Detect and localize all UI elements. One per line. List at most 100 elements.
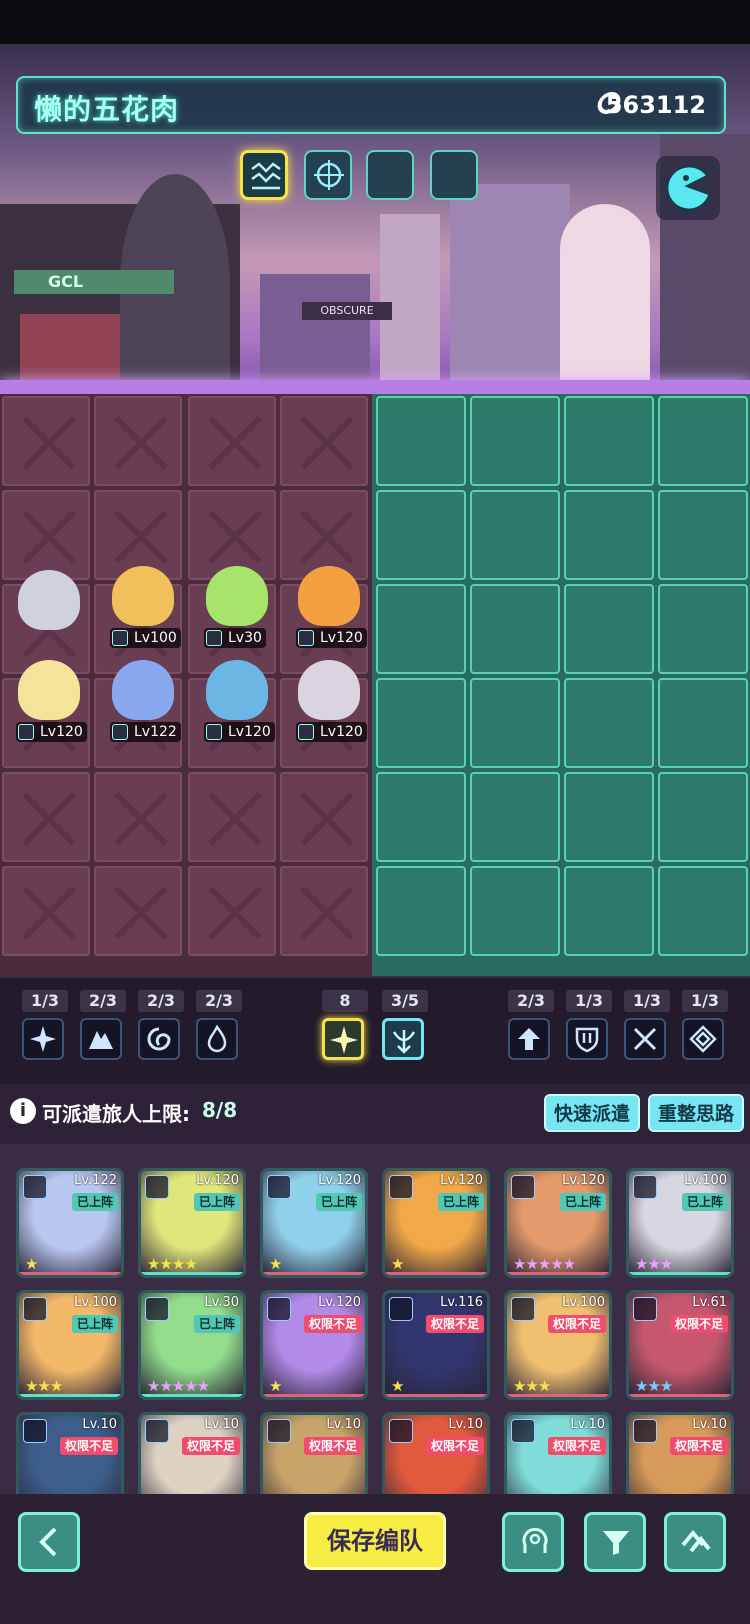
status-badge: 已上阵 <box>71 1315 118 1333</box>
unit-deployed[interactable]: Lv30 <box>192 562 282 652</box>
crosshair-icon <box>314 160 344 190</box>
grid-cell[interactable] <box>188 866 276 956</box>
faction-arrow-up[interactable]: 2/3 <box>508 978 554 1060</box>
pacman-icon <box>665 164 712 212</box>
card-rarity-bar <box>263 1272 365 1275</box>
card-level: Lv.10 <box>692 1417 727 1432</box>
unit-ghost[interactable] <box>4 566 94 656</box>
grid-cell[interactable] <box>280 772 368 862</box>
shield-icon <box>566 1018 608 1060</box>
character-card[interactable]: Lv.10 权限不足 <box>626 1412 734 1494</box>
status-badge: 已上阵 <box>71 1193 118 1211</box>
card-level: Lv.100 <box>562 1295 605 1310</box>
character-card[interactable]: Lv.120 已上阵 ★★★★★ <box>504 1168 612 1278</box>
character-card[interactable]: Lv.120 已上阵 ★ <box>382 1168 490 1278</box>
grid-cell[interactable] <box>280 866 368 956</box>
faction-swirl[interactable]: 2/3 <box>138 978 184 1060</box>
filter-button[interactable] <box>584 1512 646 1572</box>
unit-deployed[interactable]: Lv120 <box>284 562 374 652</box>
grid-cell[interactable] <box>94 866 182 956</box>
character-card[interactable]: Lv.122 已上阵 ★ <box>16 1168 124 1278</box>
gcl-sign: GCL <box>14 270 174 294</box>
faction-sparkle[interactable]: 8 <box>322 978 368 1060</box>
faction-mountain[interactable]: 2/3 <box>80 978 126 1060</box>
faction-shield[interactable]: 1/3 <box>566 978 612 1060</box>
class-icon <box>633 1175 657 1199</box>
class-icon <box>206 724 222 740</box>
info-icon[interactable]: i <box>10 1098 36 1124</box>
character-card[interactable]: Lv.10 权限不足 <box>504 1412 612 1494</box>
grid-cell[interactable] <box>94 396 182 486</box>
card-rarity-bar <box>629 1272 731 1275</box>
class-icon <box>267 1175 291 1199</box>
unit-deployed[interactable]: Lv120 <box>284 656 374 746</box>
character-card[interactable]: Lv.10 权限不足 <box>382 1412 490 1494</box>
mascot-button[interactable] <box>656 156 720 220</box>
grid-cell[interactable] <box>188 772 276 862</box>
grid-cell <box>470 584 560 674</box>
unit-deployed[interactable]: Lv120 <box>4 656 94 746</box>
class-icon <box>23 1175 47 1199</box>
character-card[interactable]: Lv.100 已上阵 ★★★ <box>16 1290 124 1400</box>
building <box>450 184 570 394</box>
grid-cell <box>376 490 466 580</box>
class-icon <box>145 1175 169 1199</box>
unit-deployed[interactable]: Lv120 <box>192 656 282 746</box>
character-card[interactable]: Lv.100 权限不足 ★★★ <box>504 1290 612 1400</box>
character-card[interactable]: Lv.120 已上阵 ★ <box>260 1168 368 1278</box>
card-level: Lv.30 <box>204 1295 239 1310</box>
formation-slot-1[interactable] <box>240 150 288 200</box>
character-card[interactable]: Lv.10 权限不足 <box>260 1412 368 1494</box>
star-rating: ★★★ <box>513 1377 551 1395</box>
unit-portrait <box>112 660 174 720</box>
reset-formation-button[interactable]: 重整思路 <box>648 1094 744 1132</box>
character-card[interactable]: Lv.10 权限不足 <box>138 1412 246 1494</box>
class-icon <box>511 1297 535 1321</box>
grid-cell <box>470 396 560 486</box>
status-badge: 权限不足 <box>425 1315 484 1333</box>
character-card[interactable]: Lv.116 权限不足 ★ <box>382 1290 490 1400</box>
grid-cell[interactable] <box>188 396 276 486</box>
star-rating: ★★★ <box>635 1255 673 1273</box>
grid-cell <box>470 866 560 956</box>
status-badge: 权限不足 <box>181 1437 240 1455</box>
status-badge: 权限不足 <box>547 1315 606 1333</box>
faction-crossed-swords[interactable]: 1/3 <box>624 978 670 1060</box>
faction-gem[interactable]: 1/3 <box>682 978 728 1060</box>
back-button[interactable] <box>18 1512 80 1572</box>
unit-deployed[interactable]: Lv100 <box>98 562 188 652</box>
character-card[interactable]: Lv.100 已上阵 ★★★ <box>626 1168 734 1278</box>
mind-button[interactable] <box>502 1512 564 1572</box>
unit-portrait <box>206 660 268 720</box>
card-level: Lv.122 <box>74 1173 117 1188</box>
character-card[interactable]: Lv.61 权限不足 ★★★ <box>626 1290 734 1400</box>
quick-dispatch-button[interactable]: 快速派遣 <box>544 1094 640 1132</box>
unit-level: Lv122 <box>110 722 181 742</box>
unit-deployed[interactable]: Lv122 <box>98 656 188 746</box>
power-value: 563112 <box>605 91 706 119</box>
formation-slot-2[interactable] <box>304 150 352 200</box>
character-card[interactable]: Lv.120 已上阵 ★★★★ <box>138 1168 246 1278</box>
character-card[interactable]: Lv.120 权限不足 ★ <box>260 1290 368 1400</box>
grid-cell[interactable] <box>2 866 90 956</box>
building <box>260 274 370 394</box>
formation-slot-4[interactable] <box>430 150 478 200</box>
character-card[interactable]: Lv.10 权限不足 <box>16 1412 124 1494</box>
save-formation-button[interactable]: 保存编队 <box>304 1512 446 1570</box>
sort-button[interactable] <box>664 1512 726 1572</box>
class-icon <box>298 630 314 646</box>
star-burst-icon <box>22 1018 64 1060</box>
faction-flame[interactable]: 2/3 <box>196 978 242 1060</box>
card-rarity-bar <box>507 1272 609 1275</box>
grid-cell[interactable] <box>280 396 368 486</box>
faction-bow[interactable]: 3/5 <box>382 978 428 1060</box>
filter-icon <box>603 1531 629 1555</box>
formation-slot-3[interactable] <box>366 150 414 200</box>
status-badge: 已上阵 <box>437 1193 484 1211</box>
grid-cell[interactable] <box>94 772 182 862</box>
character-card[interactable]: Lv.30 已上阵 ★★★★★ <box>138 1290 246 1400</box>
grid-cell[interactable] <box>2 396 90 486</box>
faction-star-burst[interactable]: 1/3 <box>22 978 68 1060</box>
star-rating: ★★★★★ <box>513 1255 576 1273</box>
grid-cell[interactable] <box>2 772 90 862</box>
